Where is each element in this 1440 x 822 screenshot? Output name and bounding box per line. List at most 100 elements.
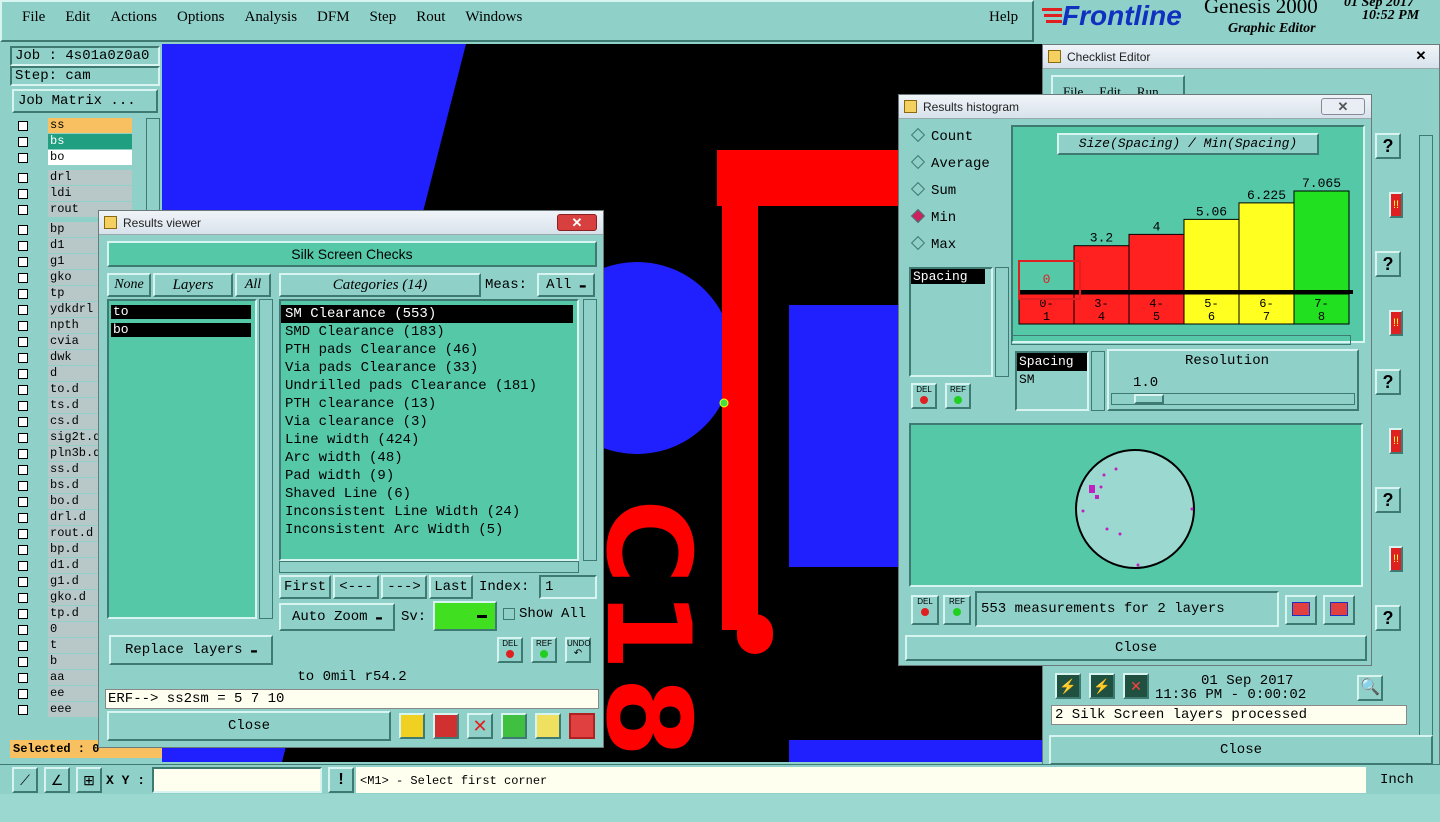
ref-button[interactable]: REF [945,383,971,409]
histogram-bar[interactable] [1238,202,1295,292]
layer-row[interactable]: ss [14,118,132,133]
layer-checkbox[interactable] [18,173,28,183]
layer-checkbox[interactable] [18,577,28,587]
category-item[interactable]: Arc width (48) [281,449,577,467]
layer-checkbox[interactable] [18,121,28,131]
layer-checkbox[interactable] [18,417,28,427]
snapshot-icon[interactable] [433,713,459,739]
checklist-scrollbar[interactable] [1419,135,1433,755]
menu-item-actions[interactable]: Actions [110,9,157,25]
status-flag-icon[interactable]: !! [1389,546,1403,572]
run-all-icon[interactable]: ⚡ [1089,673,1115,699]
layer-checkbox[interactable] [18,257,28,267]
layer-checkbox[interactable] [18,337,28,347]
category-item[interactable]: Line width (424) [281,431,577,449]
chart-hscrollbar[interactable] [1011,335,1351,345]
del-button[interactable]: DEL [911,383,937,409]
status-flag-icon[interactable]: !! [1389,310,1403,336]
layer-checkbox[interactable] [18,625,28,635]
layer-checkbox[interactable] [18,705,28,715]
layer-checkbox[interactable] [18,593,28,603]
xy-input[interactable] [152,767,322,793]
category-item[interactable]: Pad width (9) [281,467,577,485]
layer-checkbox[interactable] [18,641,28,651]
layer-checkbox[interactable] [18,609,28,619]
layer-row[interactable]: drl [14,170,132,185]
grid-tool-icon[interactable]: ⊞ [76,767,102,793]
close-button[interactable]: Close [107,711,391,741]
close-icon[interactable]: ✕ [1321,98,1365,115]
resolution-list-scrollbar[interactable] [1091,351,1105,411]
help-icon[interactable]: ? [1375,487,1401,513]
layer-checkbox[interactable] [18,465,28,475]
ref-button[interactable]: REF [531,637,557,663]
resolution-slider[interactable] [1111,393,1355,405]
layer-checkbox[interactable] [18,481,28,491]
category-item[interactable]: SM Clearance (553) [281,305,573,323]
category-item[interactable]: Via pads Clearance (33) [281,359,577,377]
layer-checkbox[interactable] [18,137,28,147]
layer-checkbox[interactable] [18,657,28,667]
layer-checkbox[interactable] [18,385,28,395]
menu-item-edit[interactable]: Edit [65,9,90,25]
layer-checkbox[interactable] [18,545,28,555]
histogram-bar[interactable] [1293,190,1350,292]
mode-min[interactable]: Min [909,208,956,232]
first-button[interactable]: First [279,575,331,599]
layer-checkbox[interactable] [18,153,28,163]
histogram-list-item[interactable]: Spacing [911,269,985,284]
stop-run-icon[interactable]: ✕ [1123,673,1149,699]
menu-item-rout[interactable]: Rout [416,9,445,25]
mode-sum[interactable]: Sum [909,181,956,205]
category-item[interactable]: Inconsistent Line Width (24) [281,503,577,521]
measure-icon[interactable] [501,713,527,739]
layer-checkbox[interactable] [18,369,28,379]
mode-max[interactable]: Max [909,235,956,259]
help-icon[interactable]: ? [1375,251,1401,277]
layer-checkbox[interactable] [18,529,28,539]
zoom-icon[interactable]: 🔍 [1357,675,1383,701]
histogram-close-button[interactable]: Close [905,635,1367,661]
layer-checkbox[interactable] [18,205,28,215]
ref-button[interactable]: REF [943,595,971,625]
categories-scrollbar[interactable] [583,299,597,561]
layer-checkbox[interactable] [18,401,28,411]
layer-checkbox[interactable] [18,561,28,571]
category-item[interactable]: PTH pads Clearance (46) [281,341,577,359]
layer-checkbox[interactable] [18,273,28,283]
index-input[interactable]: 1 [539,575,597,599]
category-item[interactable]: Undrilled pads Clearance (181) [281,377,577,395]
histogram-bar[interactable] [1183,218,1240,292]
alert-icon[interactable]: ! [328,767,354,793]
layer-checkbox[interactable] [18,673,28,683]
close-icon[interactable]: ✕ [1409,48,1433,65]
export-icon[interactable] [1285,595,1317,625]
menu-item-step[interactable]: Step [370,9,397,25]
layer-checkbox[interactable] [18,241,28,251]
units-label[interactable]: Inch [1380,772,1414,788]
layer-checkbox[interactable] [18,689,28,699]
menu-item-dfm[interactable]: DFM [317,9,350,25]
layer-checkbox[interactable] [18,225,28,235]
histogram-bar[interactable] [1128,233,1185,292]
layer-checkbox[interactable] [18,497,28,507]
category-item[interactable]: PTH clearance (13) [281,395,577,413]
checklist-close-button[interactable]: Close [1049,735,1433,765]
category-item[interactable]: Inconsistent Arc Width (5) [281,521,577,539]
job-matrix-button[interactable]: Job Matrix ... [12,89,158,113]
histogram-bar[interactable] [1073,245,1130,292]
prev-button[interactable]: <--- [333,575,379,599]
layer-checkbox[interactable] [18,189,28,199]
menu-item-options[interactable]: Options [177,9,225,25]
help-icon[interactable]: ? [1375,605,1401,631]
histogram-list-scrollbar[interactable] [995,267,1009,377]
highlight-icon[interactable] [399,713,425,739]
layer-checkbox[interactable] [18,353,28,363]
layer-checkbox[interactable] [18,449,28,459]
close-icon[interactable]: ✕ [557,214,597,231]
line-tool-icon[interactable]: ⟋ [12,767,38,793]
next-button[interactable]: ---> [381,575,427,599]
result-layer-item[interactable]: bo [111,323,251,337]
import-icon[interactable] [1323,595,1355,625]
report-icon[interactable] [535,713,561,739]
